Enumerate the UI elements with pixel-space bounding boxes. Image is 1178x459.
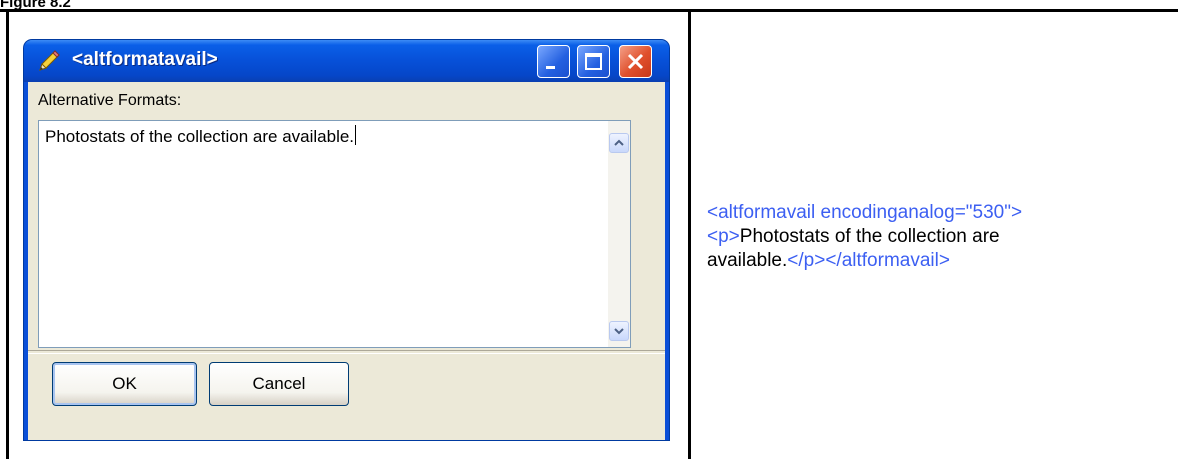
table-left-border [6, 9, 9, 459]
dialog-title: <altformatavail> [72, 49, 218, 70]
ok-button[interactable]: OK [52, 362, 197, 406]
text-caret [355, 125, 357, 145]
dialog-titlebar[interactable]: <altformatavail> [24, 40, 669, 82]
xml-p-open-tag: <p> [707, 226, 740, 247]
scroll-down-button[interactable] [609, 321, 629, 341]
close-button[interactable] [619, 45, 652, 78]
altformatavail-dialog: <altformatavail> Alternative Formats: Ph… [24, 40, 669, 440]
xml-text-line1: Photostats of the collection are [739, 226, 1000, 247]
minimize-button[interactable] [537, 45, 570, 78]
table-top-border [0, 9, 1178, 12]
scroll-up-button[interactable] [609, 133, 629, 153]
dialog-body: Alternative Formats: Photostats of the c… [28, 82, 665, 440]
textarea-text: Photostats of the collection are availab… [45, 127, 355, 146]
xml-encoding-example: <altformavail encodinganalog="530"> <p>P… [707, 201, 1167, 273]
xml-p-close-tag: </p> [787, 250, 826, 271]
field-label: Alternative Formats: [38, 92, 182, 109]
vertical-scrollbar[interactable] [608, 121, 630, 347]
button-separator [28, 350, 665, 354]
minimize-icon [546, 66, 555, 69]
maximize-icon [585, 53, 602, 70]
cancel-button[interactable]: Cancel [209, 362, 349, 406]
maximize-button[interactable] [577, 45, 610, 78]
close-icon [627, 53, 644, 70]
scroll-up-icon [614, 139, 624, 146]
alternative-formats-textarea[interactable]: Photostats of the collection are availab… [38, 120, 631, 348]
pencil-icon [39, 50, 60, 71]
table-column-divider [688, 9, 691, 459]
scroll-down-icon [614, 328, 624, 335]
xml-open-tag: <altformavail encodinganalog="530"> [707, 202, 1023, 223]
xml-text-line2: available. [707, 250, 788, 271]
xml-close-tag: </altformavail> [825, 250, 950, 271]
textarea-value: Photostats of the collection are availab… [45, 125, 357, 147]
